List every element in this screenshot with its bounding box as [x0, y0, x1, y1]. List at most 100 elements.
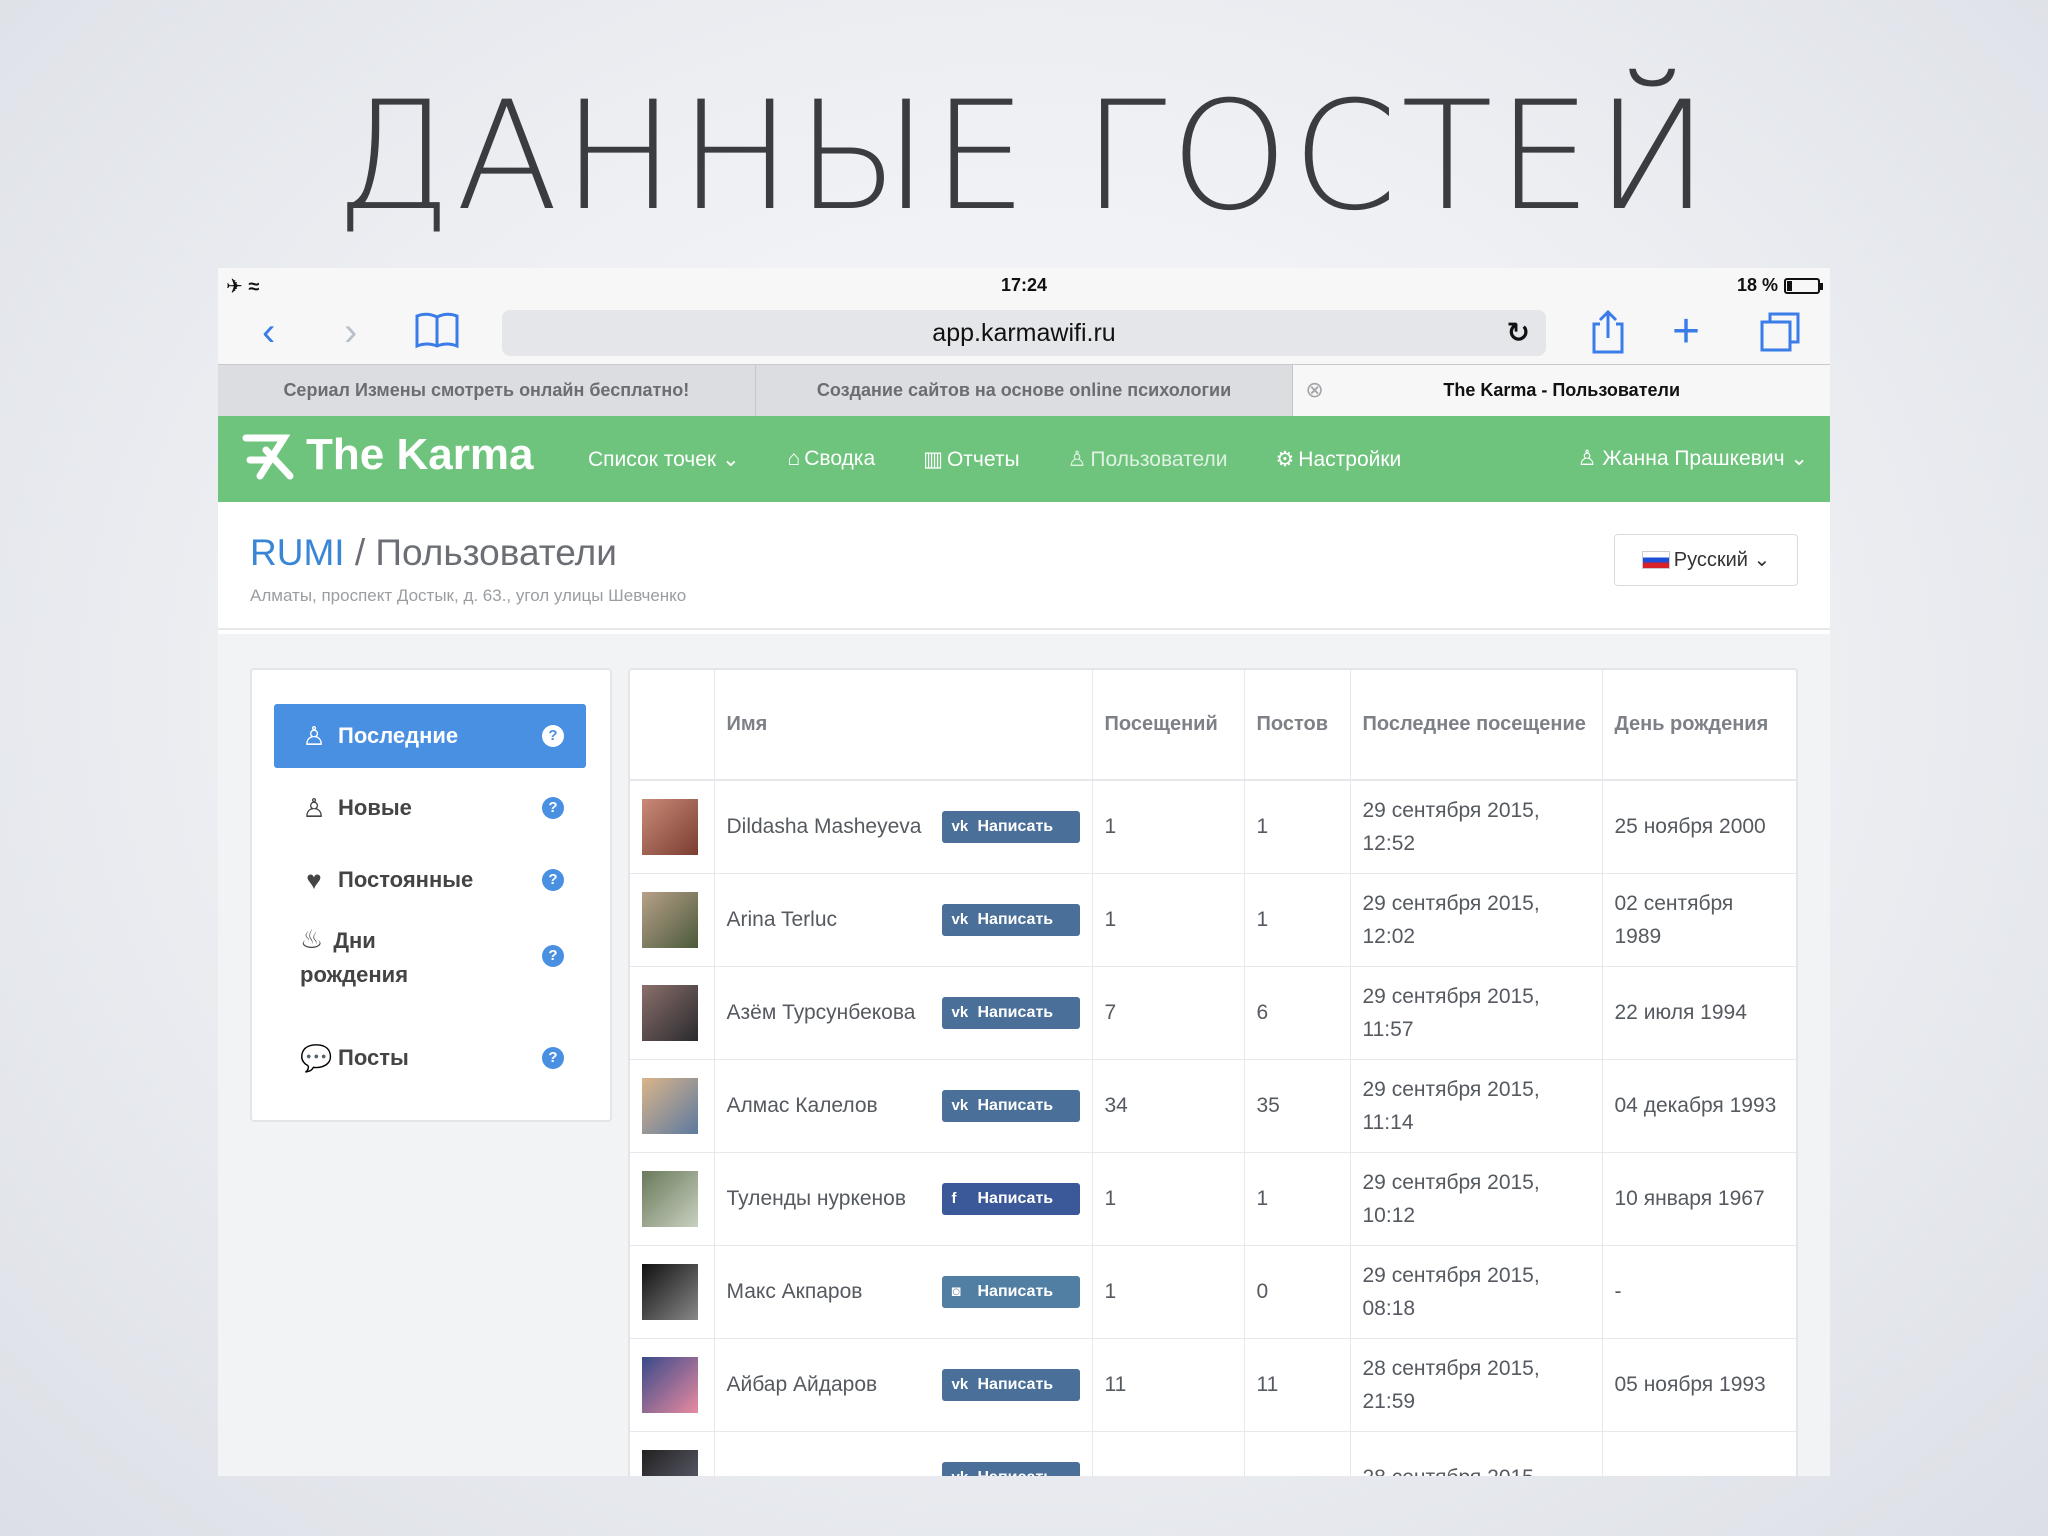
help-icon[interactable]: ? — [542, 1047, 564, 1069]
tab-close-icon[interactable]: ⊗ — [1305, 365, 1323, 415]
posts-cell: 1 — [1244, 873, 1351, 967]
new-tab-icon[interactable]: + — [1672, 308, 1700, 356]
breadcrumb-rumi-link[interactable]: RUMI — [250, 532, 345, 573]
logo[interactable]: The Karma — [240, 430, 533, 480]
nav-points-list[interactable]: Список точек ⌄ — [588, 447, 740, 472]
table-row[interactable]: Алмас Калелов vk Написать 34 35 29 сентяб… — [630, 1059, 1796, 1153]
venue-address: Алматы, проспект Достык, д. 63., угол ул… — [250, 586, 687, 605]
col-last-visit[interactable]: Последнее посещение — [1350, 670, 1603, 781]
tabs-overview-icon[interactable] — [1758, 310, 1802, 363]
name-cell: Азём Турсунбекова vk Написать — [714, 966, 1093, 1060]
nav-label: Отчеты — [946, 447, 1020, 471]
help-icon[interactable]: ? — [542, 869, 564, 891]
help-icon[interactable]: ? — [542, 725, 564, 747]
table-row[interactable]: Dildasha Masheyeva vk Написать 1 1 29 сен… — [630, 780, 1796, 874]
posts-cell: 11 — [1244, 1338, 1351, 1432]
write-message-button[interactable]: vk Написать — [941, 1368, 1080, 1401]
table-row[interactable]: Макс Акпаров ◙ Написать 1 0 29 сентября 2… — [630, 1245, 1796, 1339]
guest-name[interactable]: Макс Акпаров — [727, 1280, 863, 1303]
write-message-button[interactable]: vkНаписать — [941, 903, 1080, 936]
table-row[interactable]: Arina Terluc vk Написать 1 1 29 сентября … — [630, 873, 1796, 967]
last-visit-cell: 29 сентября 2015, 08:18 — [1350, 1245, 1603, 1339]
avatar[interactable] — [642, 1449, 698, 1476]
guests-table-panel: Имя Посещений Постов Последнее посещение… — [628, 668, 1798, 1476]
nav-summary[interactable]: ⌂ Сводка — [788, 447, 876, 471]
col-posts[interactable]: Постов — [1244, 670, 1351, 781]
back-icon[interactable]: ‹ — [262, 310, 275, 354]
help-icon[interactable]: ? — [542, 945, 564, 967]
avatar[interactable] — [642, 891, 698, 948]
tab-sites[interactable]: Создание сайтов на основе online психоло… — [756, 365, 1294, 416]
nav-label: Список точек ⌄ — [588, 447, 740, 471]
table-row[interactable]: Айбар Айдаров vk Написать 11 11 28 сентяб… — [630, 1338, 1796, 1432]
language-select[interactable]: Русский ⌄ — [1614, 534, 1798, 586]
col-name[interactable]: Имя — [714, 670, 1093, 781]
write-message-button[interactable]: vkНаписать — [941, 810, 1080, 843]
guest-name[interactable]: Айбар Айдаров — [727, 1373, 878, 1396]
home-icon: ⌂ — [787, 447, 801, 470]
sidebar-item-posts[interactable]: 💬 Посты ? — [274, 1026, 586, 1090]
avatar[interactable] — [642, 1263, 698, 1320]
write-label: Написать — [977, 1375, 1054, 1393]
heart-icon: ♥ — [306, 864, 322, 895]
guest-name[interactable]: Азём Турсунбекова — [727, 1001, 916, 1024]
sidebar-item-regular[interactable]: ♥ Постоянные ? — [274, 848, 586, 912]
avatar[interactable] — [642, 984, 698, 1041]
name-cell: Arina Terluc vk Написать — [714, 873, 1093, 967]
write-label: Написать — [977, 817, 1054, 835]
karma-logo-icon — [242, 434, 294, 480]
write-label: Написать — [977, 1282, 1054, 1300]
guest-name[interactable]: Dildasha Masheyeva — [727, 815, 922, 838]
last-visit-cell: 29 сентября 2015, 10:12 — [1350, 1152, 1603, 1246]
sidebar: ♙ Последние ? ♙ Новые ? ♥ Постоянные ? ♨… — [250, 668, 612, 1122]
avatar[interactable] — [642, 1170, 698, 1227]
sidebar-item-recent[interactable]: ♙ Последние ? — [274, 704, 586, 768]
slide-title: ДАННЫЕ ГОСТЕЙ — [335, 70, 1713, 244]
share-icon[interactable] — [1590, 309, 1626, 363]
birthday-cell: 22 июля 1994 — [1602, 966, 1796, 1060]
last-visit-cell: 29 сентября 2015, 12:02 — [1350, 873, 1603, 967]
ig-icon: ◙ — [951, 1282, 961, 1300]
tab-karma-users[interactable]: ⊗ The Karma - Пользователи — [1293, 365, 1830, 416]
sidebar-item-birthdays[interactable]: ♨ Дни рождения ? — [274, 908, 586, 1004]
nav-settings[interactable]: ⚙ Настройки — [1275, 447, 1401, 472]
address-bar[interactable]: app.karmawifi.ru ↻ — [502, 310, 1546, 356]
write-message-button[interactable]: vkНаписать — [941, 1089, 1080, 1122]
birthday-cell: 10 января 1967 — [1602, 1152, 1796, 1246]
col-visits[interactable]: Посещений — [1092, 670, 1245, 781]
write-message-button[interactable]: ◙ Написать — [941, 1275, 1080, 1308]
user-menu[interactable]: ♙ Жанна Прашкевич ⌄ — [1578, 416, 1808, 502]
last-visit-cell: 29 сентября 2015, 11:14 — [1350, 1059, 1603, 1153]
guest-name[interactable]: Arina Terluc — [727, 908, 838, 931]
table-row[interactable]: Азём Турсунбекова vk Написать 7 6 29 сент… — [630, 966, 1796, 1060]
write-label: Написать — [978, 1469, 1054, 1477]
guest-name[interactable]: Туленды нуркенов — [727, 1187, 906, 1210]
table-row[interactable]: Туленды нуркенов f Написать 1 1 29 сентяб… — [630, 1152, 1796, 1246]
help-icon[interactable]: ? — [542, 797, 564, 819]
avatar[interactable] — [642, 1077, 698, 1134]
vk-icon: vk — [951, 1375, 969, 1393]
tab-serial[interactable]: Сериал Измены смотреть онлайн бесплатно! — [218, 365, 756, 416]
visits-cell: 1 — [1092, 873, 1245, 967]
write-message-button[interactable]: f Написать — [941, 1182, 1080, 1215]
write-message-button[interactable]: vkНаписать — [941, 996, 1080, 1029]
sidebar-item-label: Новые — [338, 795, 412, 820]
table-row[interactable]: vkНаписать 28 сентября 2015, — [630, 1431, 1796, 1476]
nav-reports[interactable]: ▥ Отчеты — [923, 447, 1019, 472]
col-birthday[interactable]: День рождения — [1602, 670, 1796, 781]
avatar-cell — [630, 1338, 715, 1432]
guest-name[interactable]: Алмас Калелов — [727, 1094, 878, 1117]
nav-users[interactable]: ♙ Пользователи — [1068, 447, 1228, 472]
write-message-button[interactable]: vkНаписать — [941, 1461, 1080, 1477]
vk-icon: vk — [951, 1096, 969, 1114]
bookmarks-icon[interactable] — [414, 310, 460, 361]
avatar-cell — [630, 873, 715, 967]
reload-icon[interactable]: ↻ — [1507, 310, 1530, 356]
sidebar-item-new[interactable]: ♙ Новые ? — [274, 776, 586, 840]
language-label: Русский ⌄ — [1673, 549, 1771, 571]
avatar[interactable] — [642, 1356, 698, 1413]
avatar-cell — [630, 1245, 715, 1339]
avatar[interactable] — [642, 798, 698, 855]
birthday-cell: 25 ноября 2000 — [1602, 780, 1796, 874]
forward-icon[interactable]: › — [344, 310, 357, 354]
